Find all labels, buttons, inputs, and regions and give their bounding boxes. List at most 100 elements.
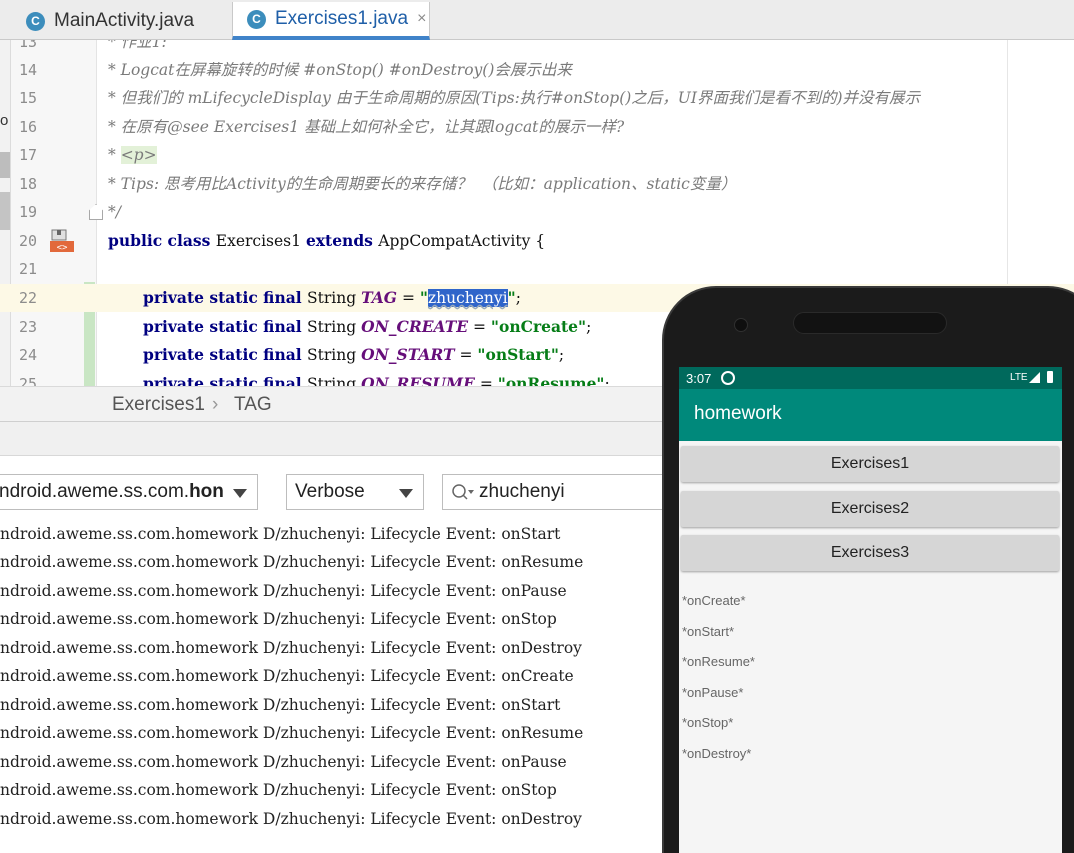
network-type: LTE [1010, 372, 1028, 383]
log-level-selector[interactable]: Verbose [286, 474, 424, 510]
log-line[interactable]: ndroid.aweme.ss.com.homework D/zhuchenyi… [0, 524, 560, 544]
code-text: private static final String TAG = "zhuch… [143, 284, 521, 312]
keyword: private static final [143, 374, 308, 386]
comment-star: * [108, 146, 121, 164]
lifecycle-text: *onCreate* [682, 593, 746, 608]
code-line: 13 * 作业1: [0, 40, 1074, 56]
tab-mainactivity[interactable]: C MainActivity.java [12, 2, 230, 40]
code-line: 17 * <p> [0, 141, 1074, 169]
code-line: 18 * Tips: 思考用比Activity的生命周期要长的来存储？ （比如：… [0, 170, 1074, 198]
camera-icon [734, 318, 748, 332]
exercises3-button[interactable]: Exercises3 [681, 535, 1059, 571]
code-text: private static final String ON_CREATE = … [143, 313, 591, 341]
semicolon: ; [515, 289, 521, 307]
lifecycle-text: *onPause* [682, 685, 744, 700]
string-literal: "onStart" [477, 345, 559, 364]
line-number: 15 [18, 89, 37, 107]
keyword: private static final [143, 345, 308, 364]
log-line[interactable]: ndroid.aweme.ss.com.homework D/zhuchenyi… [0, 695, 560, 715]
editor-tab-bar: C MainActivity.java C Exercises1.java × [0, 0, 1074, 40]
log-line[interactable]: ndroid.aweme.ss.com.homework D/zhuchenyi… [0, 809, 582, 829]
chevron-down-icon [233, 489, 247, 498]
line-number: 20 [18, 232, 37, 250]
breadcrumb-item-field[interactable]: TAG [234, 394, 272, 416]
line-number: 19 [18, 203, 37, 221]
exercises2-button[interactable]: Exercises2 [681, 491, 1059, 527]
lifecycle-text: *onDestroy* [682, 746, 752, 761]
semicolon: ; [604, 375, 610, 386]
search-icon [451, 482, 477, 502]
code-text: * Logcat在屏幕旋转的时候 #onStop() #onDestroy()会… [108, 61, 572, 79]
line-number: 25 [18, 375, 37, 386]
selected-text[interactable]: zhuchenyi [427, 289, 508, 307]
speaker-grille [793, 312, 947, 334]
code-line: 21 [0, 255, 1074, 283]
constant-name: ON_RESUME [361, 374, 475, 386]
log-line[interactable]: ndroid.aweme.ss.com.homework D/zhuchenyi… [0, 552, 583, 572]
keyword: private static final [143, 317, 308, 336]
signal-icon [1029, 372, 1040, 383]
process-bold: hon [189, 481, 224, 502]
log-line[interactable]: ndroid.aweme.ss.com.homework D/zhuchenyi… [0, 752, 567, 772]
class-name: Exercises1 [215, 232, 306, 250]
semicolon: ; [586, 318, 592, 336]
code-text: */ [108, 203, 121, 221]
line-number: 13 [18, 40, 37, 51]
code-text: * 但我们的 mLifecycleDisplay 由于生命周期的原因(Tips:… [108, 89, 921, 107]
emulator-screen[interactable]: 3:07 LTE homework Exercises1 Exercises2 … [679, 367, 1062, 853]
exercises1-button[interactable]: Exercises1 [681, 446, 1059, 482]
log-line[interactable]: ndroid.aweme.ss.com.homework D/zhuchenyi… [0, 638, 582, 658]
sync-icon [721, 371, 735, 385]
java-class-icon: C [247, 9, 266, 29]
line-number: 17 [18, 146, 37, 164]
lifecycle-text: *onStart* [682, 624, 735, 639]
line-number: 23 [18, 318, 37, 336]
breadcrumb-separator: › [212, 394, 219, 415]
log-line[interactable]: ndroid.aweme.ss.com.homework D/zhuchenyi… [0, 609, 557, 629]
chevron-down-icon [399, 489, 413, 498]
keyword: public class [108, 231, 216, 250]
code-text: * Tips: 思考用比Activity的生命周期要长的来存储？ （比如：app… [108, 175, 737, 193]
tab-exercises1[interactable]: C Exercises1.java × [232, 2, 430, 40]
close-icon[interactable]: × [417, 10, 426, 28]
constant-name: TAG [361, 288, 398, 307]
keyword: extends [305, 231, 379, 250]
keyword: private static final [143, 288, 308, 307]
line-number: 24 [18, 346, 37, 364]
breadcrumb-item-class[interactable]: Exercises1 [112, 394, 205, 416]
status-time: 3:07 [686, 371, 712, 386]
operator: = [454, 346, 478, 364]
log-line[interactable]: ndroid.aweme.ss.com.homework D/zhuchenyi… [0, 723, 583, 743]
type-name: String [307, 375, 362, 386]
line-number: 14 [18, 61, 37, 79]
layout-link-icon[interactable]: <> [50, 229, 74, 253]
code-text: public class Exercises1 extends AppCompa… [108, 227, 545, 255]
battery-icon [1047, 371, 1053, 383]
process-selector[interactable]: ndroid.aweme.ss.com. hon [0, 474, 258, 510]
superclass: AppCompatActivity { [378, 232, 546, 250]
code-line: 19 */ [0, 198, 1074, 226]
fold-icon[interactable] [89, 204, 103, 220]
string-literal: "onResume" [497, 374, 605, 386]
constant-name: ON_START [361, 345, 455, 364]
constant-name: ON_CREATE [361, 317, 469, 336]
operator: = [468, 318, 491, 336]
code-text: * 作业1: [108, 40, 167, 51]
log-line[interactable]: ndroid.aweme.ss.com.homework D/zhuchenyi… [0, 780, 557, 800]
app-bar: homework [679, 389, 1062, 441]
line-number: 22 [18, 289, 37, 307]
logcat-search-input[interactable]: zhuchenyi [442, 474, 682, 510]
code-text: * <p> [108, 141, 157, 169]
code-line: 14 * Logcat在屏幕旋转的时候 #onStop() #onDestroy… [0, 56, 1074, 84]
lifecycle-text: *onResume* [682, 654, 755, 669]
process-prefix: ndroid.aweme.ss.com. [0, 481, 190, 502]
lifecycle-text: *onStop* [682, 715, 734, 730]
type-name: String [307, 318, 362, 336]
log-line[interactable]: ndroid.aweme.ss.com.homework D/zhuchenyi… [0, 666, 574, 686]
type-name: String [307, 346, 362, 364]
log-line[interactable]: ndroid.aweme.ss.com.homework D/zhuchenyi… [0, 581, 567, 601]
html-p-tag: <p> [120, 146, 157, 164]
tab-label: Exercises1.java [275, 8, 409, 29]
app-title: homework [694, 403, 782, 424]
code-text: private static final String ON_START = "… [143, 341, 564, 369]
